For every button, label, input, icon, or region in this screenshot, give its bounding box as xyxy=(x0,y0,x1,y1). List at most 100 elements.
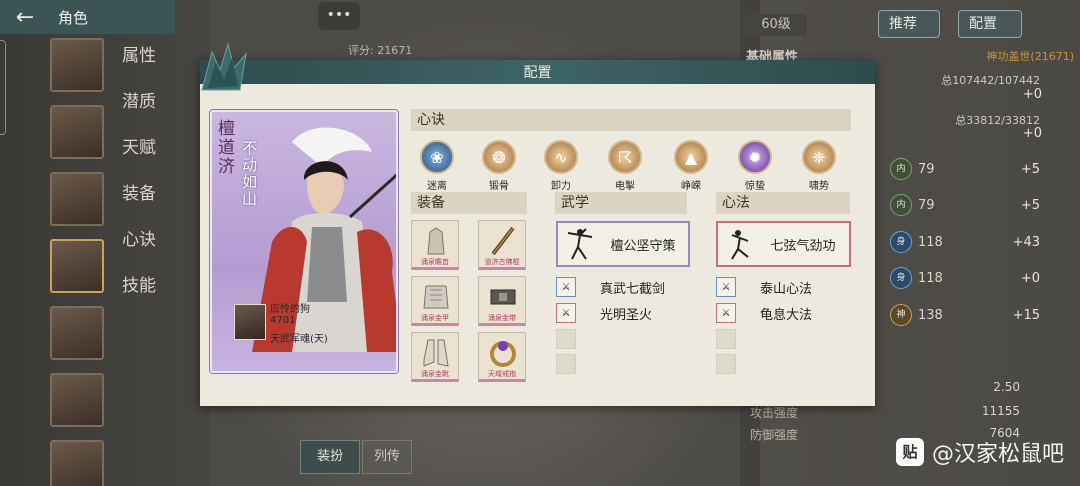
xinjue-label: 啸势 xyxy=(809,181,829,192)
owner-name: 应怜的狗 xyxy=(270,304,310,315)
equip-label: 涌泉金甲 xyxy=(421,314,449,322)
xinjue-item[interactable]: ∿ 卸力 xyxy=(536,140,586,192)
tieba-logo-icon: 贴 xyxy=(895,438,924,466)
xinjue-item[interactable]: ❀ 迷离 xyxy=(412,140,462,192)
inner-art-section-title: 心法 xyxy=(716,192,850,214)
character-portrait[interactable] xyxy=(50,105,104,159)
empty-slot[interactable] xyxy=(716,329,736,349)
character-portrait[interactable] xyxy=(50,239,104,293)
equip-section-title: 装备 xyxy=(411,192,527,214)
martial-arts-sub[interactable]: ⚔ 真武七截剑 xyxy=(556,276,665,298)
equip-slot-weapon[interactable]: 道济古佛棍 xyxy=(478,220,526,270)
swirl-icon: ❀ xyxy=(420,140,454,174)
biography-tab[interactable]: 列传 xyxy=(362,440,412,474)
stat-value: 118 xyxy=(918,234,943,250)
empty-slot[interactable] xyxy=(556,354,576,374)
xinjue-item[interactable]: ✹ 惊蛰 xyxy=(730,140,780,192)
modal-title: 配置 xyxy=(523,65,552,81)
equip-label: 涌泉金带 xyxy=(488,314,516,322)
martial-arts-main[interactable]: 檀公坚守策 xyxy=(556,221,690,267)
recommend-button[interactable]: 推荐 xyxy=(878,10,940,38)
thunder-icon: ✹ xyxy=(738,140,772,174)
equip-label: 涌泉金靴 xyxy=(421,370,449,378)
xinjue-label: 惊蛰 xyxy=(745,181,765,192)
outfit-tab[interactable]: 装扮 xyxy=(300,440,360,474)
owner-score: 4701 xyxy=(270,315,296,326)
martial-pose-icon xyxy=(731,230,749,260)
stat-icon: 身 xyxy=(890,267,912,289)
equip-slot-belt[interactable]: 涌泉金带 xyxy=(478,276,526,326)
xinjue-label: 卸力 xyxy=(551,181,571,192)
peak-icon: ▲ xyxy=(674,140,708,174)
menu-item-equipment[interactable]: 装备 xyxy=(122,182,162,228)
character-portrait[interactable] xyxy=(50,373,104,427)
character-portrait[interactable] xyxy=(50,440,104,486)
hero-motto: 不动如山 xyxy=(242,139,258,208)
ring-icon xyxy=(490,341,516,367)
martial-arts-sub-name: 光明圣火 xyxy=(600,307,653,323)
page-title: 角色 xyxy=(58,8,89,27)
score-label: 评分: 21671 xyxy=(348,44,413,57)
stat-icon: 身 xyxy=(890,231,912,253)
hero-name: 檀道济 xyxy=(218,119,235,177)
bone-icon: ❂ xyxy=(482,140,516,174)
xinjue-item[interactable]: ❂ 锻骨 xyxy=(474,140,524,192)
wave-icon: ∿ xyxy=(544,140,578,174)
menu-item-talent[interactable]: 天赋 xyxy=(122,136,162,182)
stat-plus: +5 xyxy=(1020,197,1040,213)
inner-art-sub[interactable]: ⚔ 泰山心法 xyxy=(716,276,812,298)
xinjue-item[interactable]: ❈ 啸势 xyxy=(794,140,844,192)
martial-pose-icon: ⚔ xyxy=(716,303,736,323)
equip-slot-boots[interactable]: 涌泉金靴 xyxy=(411,332,459,382)
xinjue-item[interactable]: ▲ 峥嵘 xyxy=(666,140,716,192)
stat-value: 118 xyxy=(918,270,943,286)
martial-arts-sub[interactable]: ⚔ 光明圣火 xyxy=(556,302,652,324)
xinjue-item[interactable]: ☈ 电掣 xyxy=(600,140,650,192)
equip-slot-helmet[interactable]: 涌泉瞻首 xyxy=(411,220,459,270)
stat-row: 内 79 +5 xyxy=(890,193,1050,217)
menu-item-xinjue[interactable]: 心诀 xyxy=(122,228,162,274)
stat-plus: +43 xyxy=(1012,234,1040,250)
lightning-icon: ☈ xyxy=(608,140,642,174)
stat-icon: 内 xyxy=(890,194,912,216)
config-button[interactable]: 配置 xyxy=(958,10,1022,38)
stat-value: 79 xyxy=(918,197,935,213)
panel-edge-handle[interactable] xyxy=(0,40,6,135)
equip-slot-ring[interactable]: 天域戒指 xyxy=(478,332,526,382)
menu-item-potential[interactable]: 潜质 xyxy=(122,90,162,136)
hp-total: 总107442/107442 xyxy=(941,74,1040,87)
watermark: 贴 @汉家松鼠吧 xyxy=(895,436,1064,468)
stat-row: 内 79 +5 xyxy=(890,157,1050,181)
empty-slot[interactable] xyxy=(556,329,576,349)
martial-pose-icon xyxy=(567,228,593,260)
equip-label: 道济古佛棍 xyxy=(484,258,520,266)
hero-card[interactable]: 檀道济 不动如山 应怜的狗 4701 天武军魂(天) xyxy=(210,110,398,373)
inner-art-main[interactable]: 七弦气劲功 xyxy=(716,221,851,267)
watermark-text: @汉家松鼠吧 xyxy=(931,442,1064,467)
helmet-icon xyxy=(427,227,445,255)
config-modal: 配置 檀道济 不动如山 应怜的狗 4701 天武军魂(天) 心诀 ❀ 迷离 ❂ … xyxy=(200,42,875,406)
top-bar: ← 角色 xyxy=(0,0,175,34)
menu-item-skills[interactable]: 技能 xyxy=(122,274,162,320)
menu-item-attributes[interactable]: 属性 xyxy=(122,44,162,90)
side-menu: 属性 潜质 天赋 装备 心诀 技能 xyxy=(122,44,162,320)
character-portrait[interactable] xyxy=(50,38,104,92)
character-portrait[interactable] xyxy=(50,172,104,226)
back-button[interactable]: ← xyxy=(0,0,50,34)
equip-slot-armor[interactable]: 涌泉金甲 xyxy=(411,276,459,326)
xinjue-label: 峥嵘 xyxy=(681,181,701,192)
arrow-left-icon: ← xyxy=(15,4,35,30)
level-badge: 60级 xyxy=(745,14,807,36)
xinjue-section-title: 心诀 xyxy=(411,109,851,131)
owner-info: 应怜的狗 4701 天武军魂(天) xyxy=(234,300,334,348)
empty-slot[interactable] xyxy=(716,354,736,374)
chat-button[interactable]: ••• xyxy=(318,2,360,30)
xinjue-label: 迷离 xyxy=(427,181,447,192)
stat-plus: +0 xyxy=(1020,270,1040,286)
character-portrait[interactable] xyxy=(50,306,104,360)
inner-art-sub[interactable]: ⚔ 龟息大法 xyxy=(716,302,812,324)
equip-label: 涌泉瞻首 xyxy=(421,258,449,266)
owner-avatar xyxy=(234,304,266,340)
attack-label: 攻击强度 xyxy=(750,406,799,420)
martial-arts-main-name: 檀公坚守策 xyxy=(610,239,676,254)
